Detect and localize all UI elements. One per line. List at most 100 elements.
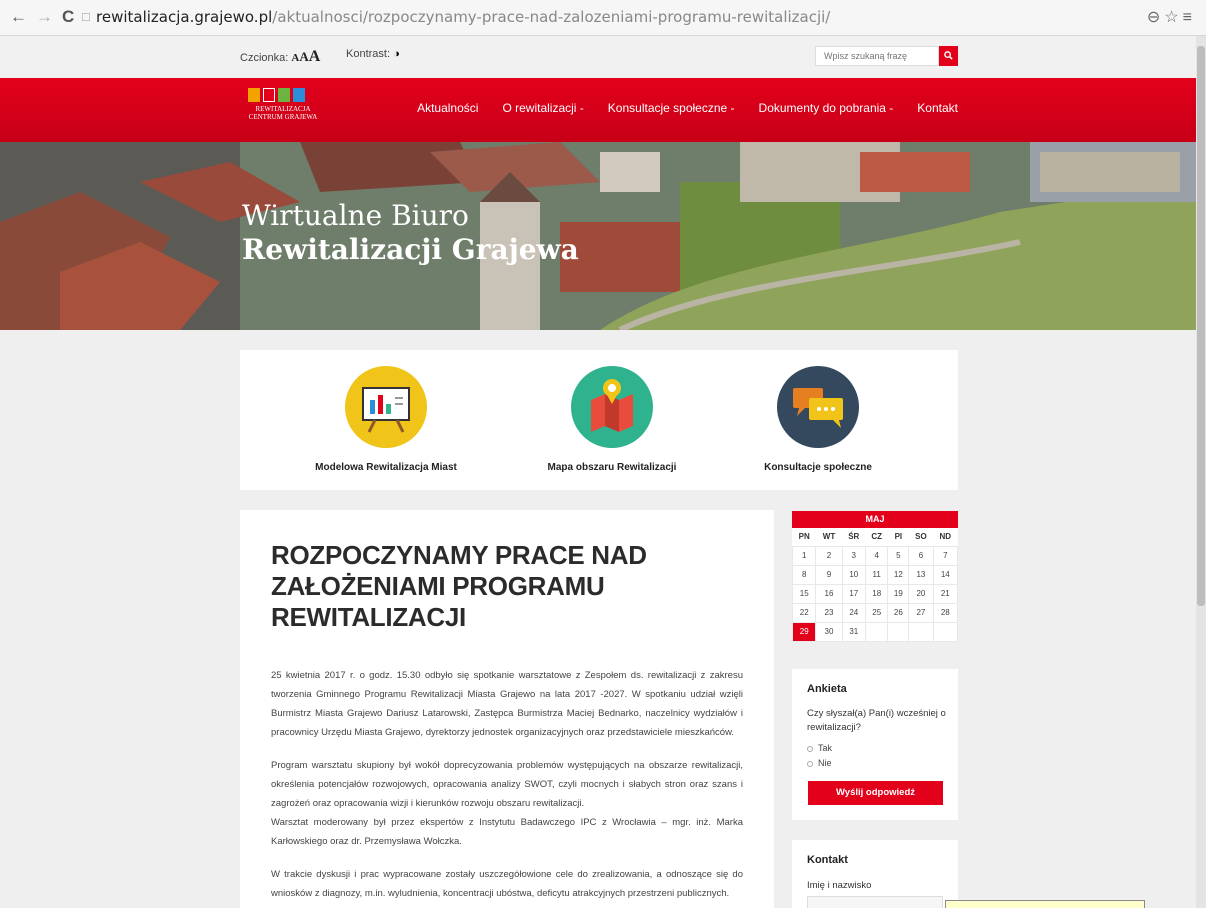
status-tooltip (945, 900, 1145, 908)
calendar-day[interactable]: 23 (815, 602, 843, 623)
page-icon: □ (82, 9, 90, 24)
address-bar[interactable]: rewitalizacja.grajewo.pl/aktualnosci/roz… (96, 7, 830, 27)
calendar-day[interactable]: 4 (864, 545, 889, 566)
calendar-day[interactable]: 1 (791, 545, 817, 566)
calendar-day[interactable]: 29 (791, 621, 817, 642)
scrollbar-thumb[interactable] (1197, 46, 1205, 606)
calendar-day[interactable]: 31 (841, 621, 866, 642)
calendar-day[interactable]: 21 (932, 583, 959, 604)
radio-icon[interactable] (807, 760, 813, 767)
map-pin-icon (571, 366, 653, 448)
tile-label: Konsultacje społeczne (764, 462, 872, 473)
calendar-day[interactable]: 12 (887, 564, 910, 585)
browser-menu-icons[interactable]: ⊖☆≡ (1147, 7, 1196, 27)
tile-label: Mapa obszaru Rewitalizacji (547, 462, 677, 473)
calendar-day[interactable]: 13 (908, 564, 934, 585)
calendar-day-header: CZ (871, 532, 883, 542)
calendar-day[interactable]: 11 (864, 564, 889, 585)
calendar-day[interactable]: 14 (932, 564, 959, 585)
calendar-day[interactable]: 3 (841, 545, 866, 566)
scrollbar[interactable] (1196, 36, 1206, 908)
poll-submit-button[interactable]: Wyślij odpowiedź (808, 781, 943, 805)
hero-title-line1: Wirtualne Biuro (242, 199, 469, 232)
calendar-day-header: ND (939, 532, 952, 542)
calendar-month: MAJ (792, 511, 958, 528)
nav-item-o-rewitalizacji[interactable]: O rewitalizacji - (502, 101, 583, 115)
chat-bubbles-icon (777, 366, 859, 448)
calendar-day-header: SO (915, 532, 927, 542)
calendar-week: 22 23 24 25 26 27 28 (791, 602, 959, 623)
calendar-day-header: PN (798, 532, 810, 542)
calendar-day-header: WT (822, 532, 836, 542)
calendar-day[interactable]: 2 (815, 545, 843, 566)
poll-option-nie[interactable]: Nie (807, 758, 832, 768)
calendar-day[interactable]: 25 (864, 602, 889, 623)
calendar-day[interactable]: 27 (908, 602, 934, 623)
forward-icon[interactable]: → (36, 6, 53, 28)
calendar-day[interactable]: 9 (815, 564, 843, 585)
quick-links: Modelowa Rewitalizacja Miast Mapa obszar… (240, 350, 958, 490)
poll-question: Czy słyszał(a) Pan(i) wcześniej o rewita… (807, 708, 946, 733)
article-paragraph: Program warsztatu skupiony był wokół dop… (271, 760, 743, 809)
nav-item-aktualnosci[interactable]: Aktualności (417, 101, 478, 115)
tile-mapa-obszaru[interactable]: Mapa obszaru Rewitalizacji (502, 366, 722, 473)
site-header: REWITALIZACJA CENTRUM GRAJEWA Aktualnośc… (0, 78, 1196, 142)
calendar-day[interactable]: 17 (841, 583, 866, 604)
contact-name-field[interactable] (807, 896, 943, 908)
tile-modelowa-rewitalizacja[interactable]: Modelowa Rewitalizacja Miast (276, 366, 496, 473)
main-nav: Aktualności O rewitalizacji - Konsultacj… (417, 101, 958, 115)
site-logo[interactable]: REWITALIZACJA CENTRUM GRAJEWA (238, 88, 328, 134)
font-large-button[interactable]: A (309, 48, 321, 65)
calendar-week: 15 16 17 18 19 20 21 (791, 583, 959, 604)
calendar-day[interactable]: 7 (932, 545, 959, 566)
article-body: 25 kwietnia 2017 r. o godz. 15.30 odbyło… (271, 666, 743, 908)
logo-graphic (248, 88, 328, 102)
browser-toolbar: ← → C □ rewitalizacja.grajewo.pl/aktualn… (0, 0, 1206, 36)
contrast-switcher[interactable]: Kontrast: ◑ (346, 48, 400, 60)
calendar-day (887, 621, 910, 642)
nav-item-konsultacje[interactable]: Konsultacje społeczne - (608, 101, 735, 115)
contact-widget: Kontakt Imię i nazwisko (792, 840, 958, 908)
calendar-day[interactable]: 20 (908, 583, 934, 604)
calendar-day[interactable]: 15 (791, 583, 817, 604)
presentation-board-icon (345, 366, 427, 448)
poll-option-tak[interactable]: Tak (807, 743, 832, 753)
search-input[interactable] (815, 46, 939, 66)
calendar-day (908, 621, 934, 642)
font-medium-button[interactable]: A (299, 49, 308, 64)
reload-icon[interactable]: C (62, 6, 74, 28)
calendar-day[interactable]: 8 (791, 564, 817, 585)
calendar-day[interactable]: 30 (815, 621, 843, 642)
calendar-day (932, 621, 959, 642)
calendar-day[interactable]: 18 (864, 583, 889, 604)
calendar-day[interactable]: 16 (815, 583, 843, 604)
tile-konsultacje[interactable]: Konsultacje społeczne (708, 366, 928, 473)
font-size-label: Czcionka: (240, 52, 289, 64)
article: ROZPOCZYNAMY PRACE NAD ZAŁOŻENIAMI PROGR… (240, 510, 774, 908)
calendar-day[interactable]: 28 (932, 602, 959, 623)
contrast-icon[interactable]: ◑ (393, 48, 400, 60)
calendar-widget: MAJ PN WT ŚR CZ PI SO ND 1 2 3 4 5 6 7 8 9 10 11 12 13 14 15… (791, 511, 959, 642)
hero-title-line2: Rewitalizacji Grajewa (242, 233, 579, 266)
hero-city-image (0, 142, 1196, 330)
back-icon[interactable]: ← (10, 6, 27, 28)
calendar-day[interactable]: 26 (887, 602, 910, 623)
calendar-day[interactable]: 19 (887, 583, 910, 604)
calendar-week: 1234567 (791, 545, 959, 566)
calendar-day-header: ŚR (848, 532, 860, 542)
calendar-day[interactable]: 24 (841, 602, 866, 623)
search-button[interactable] (939, 46, 958, 66)
contact-heading: Kontakt (807, 854, 848, 866)
nav-item-kontakt[interactable]: Kontakt (917, 101, 958, 115)
radio-icon[interactable] (807, 745, 813, 752)
calendar-day[interactable]: 10 (841, 564, 866, 585)
calendar-grid: PN WT ŚR CZ PI SO ND 1 2 3 4 5 6 7 8 9 10 11 12 13 14 15 16 17… (791, 528, 959, 642)
calendar-day[interactable]: 22 (791, 602, 817, 623)
article-paragraph: Warsztat moderowany był przez ekspertów … (271, 817, 743, 847)
nav-item-dokumenty[interactable]: Dokumenty do pobrania - (759, 101, 894, 115)
tile-label: Modelowa Rewitalizacja Miast (315, 462, 457, 473)
calendar-day[interactable]: 5 (887, 545, 910, 566)
article-title: ROZPOCZYNAMY PRACE NAD ZAŁOŻENIAMI PROGR… (271, 540, 647, 632)
url-path: /aktualnosci/rozpoczynamy-prace-nad-zalo… (272, 8, 831, 26)
calendar-day[interactable]: 6 (908, 545, 934, 566)
